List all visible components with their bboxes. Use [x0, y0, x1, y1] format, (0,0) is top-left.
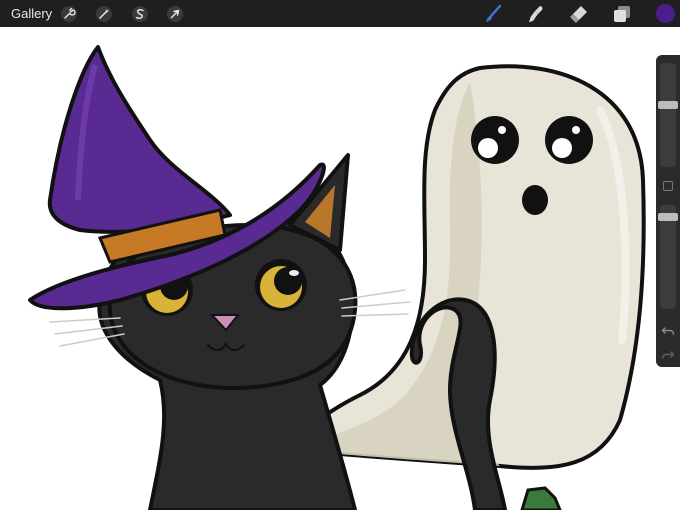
eraser-icon[interactable] [568, 3, 590, 25]
brush-size-thumb[interactable] [658, 101, 678, 109]
brush-icon[interactable] [482, 3, 504, 25]
layers-icon[interactable] [611, 3, 633, 25]
brush-size-slider[interactable] [660, 63, 676, 167]
wrench-icon[interactable] [58, 3, 80, 25]
magic-wand-icon[interactable] [93, 3, 115, 25]
ghost-right-eye [545, 116, 593, 164]
halloween-artwork [28, 45, 646, 510]
gallery-button[interactable]: Gallery [11, 6, 52, 21]
opacity-thumb[interactable] [658, 213, 678, 221]
ghost-left-eye [471, 116, 519, 164]
ghost-mouth [522, 185, 548, 215]
color-swatch-button[interactable] [656, 4, 675, 23]
smudge-icon[interactable] [525, 3, 547, 25]
arrow-cursor-icon[interactable] [164, 3, 186, 25]
drawing-canvas[interactable] [0, 27, 680, 510]
undo-icon[interactable] [660, 323, 676, 339]
brush-sidebar [656, 55, 680, 367]
top-toolbar: Gallery [0, 0, 680, 27]
selection-s-icon[interactable] [129, 3, 151, 25]
modify-square-icon[interactable] [663, 181, 673, 191]
redo-icon[interactable] [660, 347, 676, 363]
